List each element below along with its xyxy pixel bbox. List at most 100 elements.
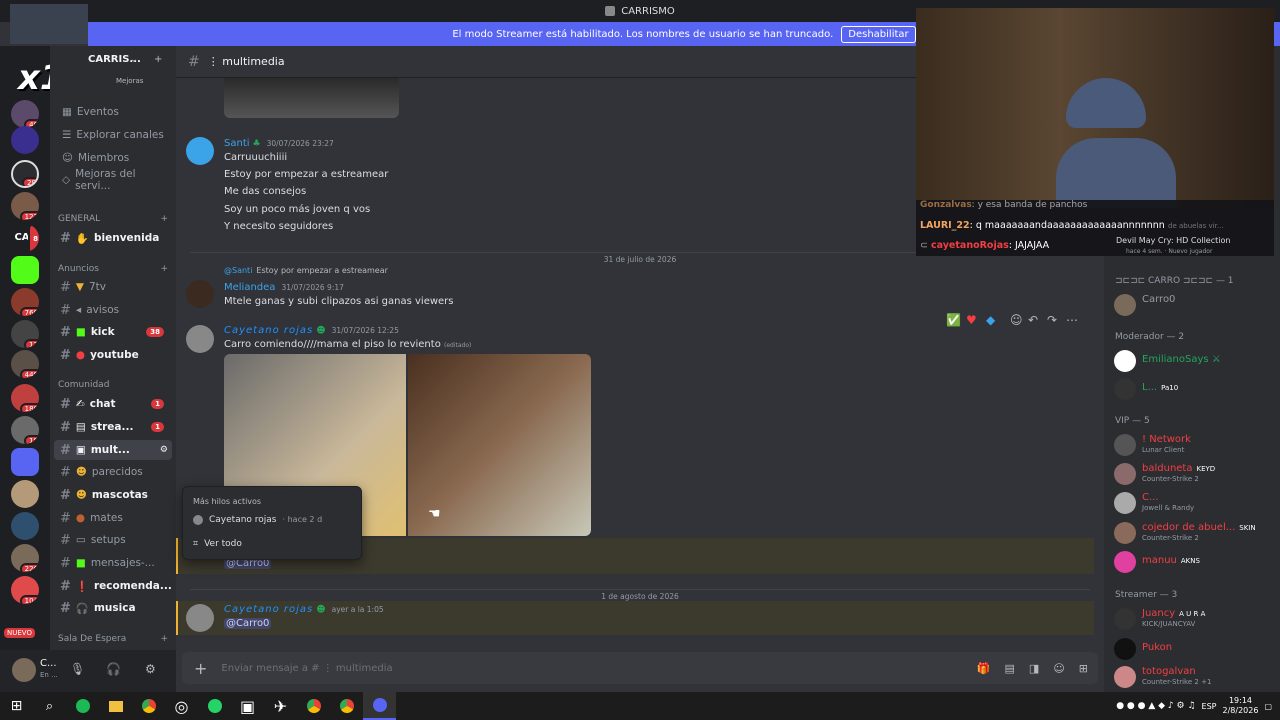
- avatar[interactable]: [186, 325, 214, 353]
- image-attachment[interactable]: [224, 78, 399, 118]
- channel-youtube[interactable]: # ● youtube: [54, 345, 172, 365]
- whatsapp-icon[interactable]: [198, 692, 231, 720]
- author-name[interactable]: Cayetano rojas: [224, 325, 313, 336]
- server-icon[interactable]: [11, 126, 39, 154]
- store-icon[interactable]: ▣: [231, 692, 264, 720]
- server-folder-icon[interactable]: [11, 448, 39, 476]
- app-icon[interactable]: ✈: [264, 692, 297, 720]
- reply-icon[interactable]: ↶: [1028, 313, 1038, 327]
- member-row[interactable]: ! Network Lunar Client: [1114, 432, 1274, 458]
- member-row[interactable]: L... Pa10: [1114, 376, 1274, 402]
- server-icon[interactable]: 18: [11, 416, 39, 444]
- channel-mates[interactable]: # ● mates: [54, 508, 172, 528]
- reaction-heart[interactable]: ♥: [966, 313, 977, 327]
- boost-tab[interactable]: Mejoras: [116, 77, 143, 85]
- attach-plus-icon[interactable]: +: [194, 659, 207, 678]
- sticker-icon[interactable]: ◨: [1029, 662, 1039, 675]
- message-composer[interactable]: + Enviar mensaje a # ⋮ multimedia 🎁 ▤ ◨ …: [182, 652, 1098, 684]
- chevron-down-icon[interactable]: ⌄: [130, 54, 138, 65]
- server-icon[interactable]: 40: [11, 100, 39, 128]
- channel-musica[interactable]: # 🎧 musica: [54, 598, 172, 618]
- channel-stream[interactable]: # ▤ strea... 1: [54, 417, 172, 437]
- channel-setups[interactable]: # ▭ setups: [54, 530, 172, 550]
- category-general[interactable]: GENERAL +: [58, 214, 168, 224]
- reaction-gem[interactable]: ◆: [986, 313, 995, 327]
- view-all-threads[interactable]: ⌗ Ver todo: [193, 539, 242, 549]
- avatar[interactable]: [186, 280, 214, 308]
- discord-icon[interactable]: [363, 692, 396, 720]
- member-row[interactable]: Pukon: [1114, 636, 1274, 662]
- channel-bienvenida[interactable]: # ✋ bienvenida: [54, 228, 172, 248]
- author-name[interactable]: Santi: [224, 138, 250, 149]
- microphone-icon[interactable]: 🎙: [70, 662, 85, 676]
- app-icon[interactable]: ◎: [165, 692, 198, 720]
- nav-members[interactable]: ☺ Miembros: [56, 148, 174, 168]
- member-row[interactable]: balduneta KEYD Counter-Strike 2: [1114, 461, 1274, 487]
- server-icon[interactable]: 760: [11, 288, 39, 316]
- server-icon[interactable]: 226: [11, 544, 39, 572]
- category-anuncios[interactable]: Anuncios +: [58, 264, 168, 274]
- channel-recomendaciones[interactable]: # ❗ recomenda...: [54, 576, 172, 596]
- server-icon[interactable]: 127: [11, 192, 39, 220]
- member-row[interactable]: EmilianoSays ⚔: [1114, 348, 1274, 374]
- server-icon[interactable]: 13: [11, 320, 39, 348]
- member-row[interactable]: cojedor de abuel... SKIN Counter-Strike 2: [1114, 520, 1274, 546]
- author-name[interactable]: Meliandea: [224, 282, 275, 293]
- user-mention[interactable]: @Carro0: [224, 618, 272, 629]
- avatar[interactable]: [12, 658, 36, 682]
- member-row[interactable]: C... Jowell & Randy: [1114, 490, 1274, 516]
- add-reaction-icon[interactable]: ☺: [1010, 313, 1023, 327]
- gif-icon[interactable]: ▤: [1005, 662, 1015, 675]
- server-icon[interactable]: 28: [11, 160, 39, 188]
- channel-chat[interactable]: # ✍ chat 1: [54, 394, 172, 414]
- kick-server-icon[interactable]: [11, 256, 39, 284]
- chrome-icon[interactable]: [330, 692, 363, 720]
- category-comunidad[interactable]: Comunidad: [58, 380, 168, 390]
- notification-icon[interactable]: ▢: [1264, 702, 1272, 711]
- avatar[interactable]: [186, 604, 214, 632]
- server-icon[interactable]: [11, 480, 39, 508]
- channel-mensajes[interactable]: # ■ mensajes-...: [54, 553, 172, 573]
- invite-icon[interactable]: +: [154, 54, 162, 65]
- gift-icon[interactable]: 🎁: [977, 662, 991, 675]
- gear-icon[interactable]: ⚙: [145, 662, 156, 676]
- chrome-icon[interactable]: [297, 692, 330, 720]
- windows-start-icon[interactable]: ⊞: [0, 692, 33, 720]
- language-indicator[interactable]: ESP: [1202, 702, 1217, 711]
- server-icon[interactable]: 104: [11, 576, 39, 604]
- nav-events[interactable]: ▦ Eventos: [56, 102, 174, 122]
- channel-avisos[interactable]: # ◂ avisos: [54, 300, 172, 320]
- server-icon[interactable]: [11, 512, 39, 540]
- spotify-icon[interactable]: [66, 692, 99, 720]
- server-icon[interactable]: 448: [11, 350, 39, 378]
- apps-icon[interactable]: ⊞: [1079, 662, 1088, 675]
- file-explorer-icon[interactable]: [99, 692, 132, 720]
- chrome-icon[interactable]: [132, 692, 165, 720]
- nav-server-boosts[interactable]: ◇ Mejoras del servi...: [56, 168, 174, 192]
- more-icon[interactable]: ⋯: [1066, 313, 1078, 327]
- author-name[interactable]: Cayetano rojas: [224, 604, 313, 615]
- channel-kick[interactable]: # ■ kick 38: [54, 322, 172, 342]
- reaction-check[interactable]: ✅: [946, 313, 961, 327]
- tray-icons[interactable]: ● ● ● ▲ ◆ ♪ ⚙ ♫: [1116, 701, 1195, 711]
- headphones-icon[interactable]: 🎧: [106, 662, 121, 676]
- reply-preview[interactable]: @Santi Estoy por empezar a estreamear: [224, 266, 388, 275]
- channel-mascotas[interactable]: # ☻ mascotas: [54, 485, 172, 505]
- member-row[interactable]: Juancy A U R A KICK/JUANCYAV: [1114, 606, 1274, 632]
- member-row[interactable]: Carro0: [1114, 292, 1274, 318]
- thread-item[interactable]: Cayetano rojas · hace 2 d: [193, 515, 322, 525]
- avatar[interactable]: [186, 137, 214, 165]
- server-icon-cat[interactable]: CAT 8: [11, 224, 39, 252]
- clock[interactable]: 19:14 2/8/2026: [1223, 696, 1259, 716]
- disable-streamer-button[interactable]: Deshabilitar: [841, 25, 916, 43]
- channel-multimedia[interactable]: # ▣ mult... ⚙: [54, 440, 172, 460]
- member-row[interactable]: manuu AKNS: [1114, 549, 1274, 575]
- forward-icon[interactable]: ↷: [1047, 313, 1057, 327]
- server-icon[interactable]: 180: [11, 384, 39, 412]
- channel-7tv[interactable]: # ▼ 7tv: [54, 277, 172, 297]
- nav-browse-channels[interactable]: ☰ Explorar canales: [56, 125, 174, 145]
- category-sala-de-espera[interactable]: Sala De Espera +: [58, 634, 168, 644]
- emoji-icon[interactable]: ☺: [1053, 662, 1064, 675]
- channel-parecidos[interactable]: # ☻ parecidos: [54, 462, 172, 482]
- member-row[interactable]: totogalvan Counter-Strike 2 +1: [1114, 664, 1274, 690]
